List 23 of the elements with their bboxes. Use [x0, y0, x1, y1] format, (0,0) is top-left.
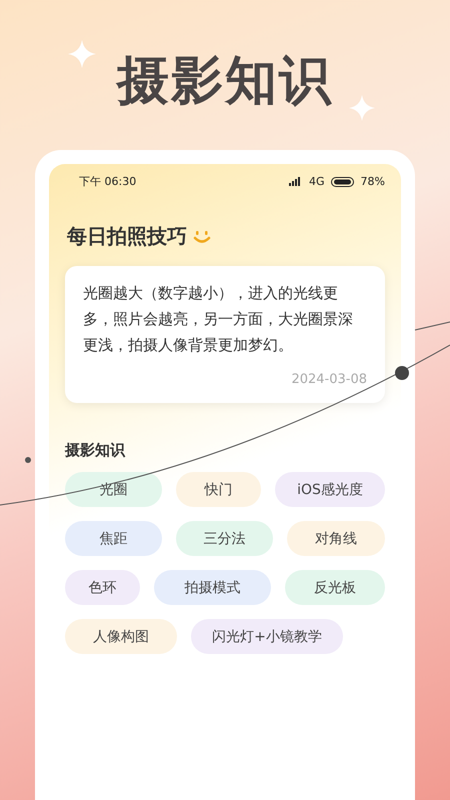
battery-icon [330, 176, 355, 186]
tip-text: 光圈越大（数字越小），进入的光线更多，照片会越亮，另一方面，大光圈景深更浅，拍摄人像背景更加梦幻。 [83, 283, 354, 356]
topic-tag[interactable]: iOS感光度 [275, 472, 385, 507]
topic-tag[interactable]: 色环 [65, 570, 140, 605]
sparkle-icon [68, 40, 96, 68]
topic-tag[interactable]: 光圈 [65, 472, 162, 507]
sparkle-icon [349, 95, 375, 121]
topic-tag[interactable]: 快门 [176, 472, 261, 507]
topic-tag[interactable]: 人像构图 [65, 619, 177, 654]
section-title: 摄影知识 [64, 440, 126, 460]
topic-tag[interactable]: 拍摄模式 [154, 570, 272, 605]
status-time: 下午 06:30 [79, 174, 136, 189]
battery-percent: 78% [360, 175, 385, 188]
smile-icon [193, 230, 211, 244]
topic-tag[interactable]: 闪光灯+小镜教学 [191, 619, 343, 654]
topic-tag[interactable]: 三分法 [176, 521, 274, 556]
topic-tag[interactable]: 反光板 [285, 570, 385, 605]
section-title: 每日拍照技巧 [67, 223, 187, 250]
topic-tag[interactable]: 对角线 [287, 521, 386, 556]
network-label: 4G [309, 175, 325, 188]
tip-date: 2024-03-08 [291, 372, 367, 387]
topic-tag[interactable]: 焦距 [65, 521, 162, 556]
headline: 摄影知识 [117, 50, 333, 113]
